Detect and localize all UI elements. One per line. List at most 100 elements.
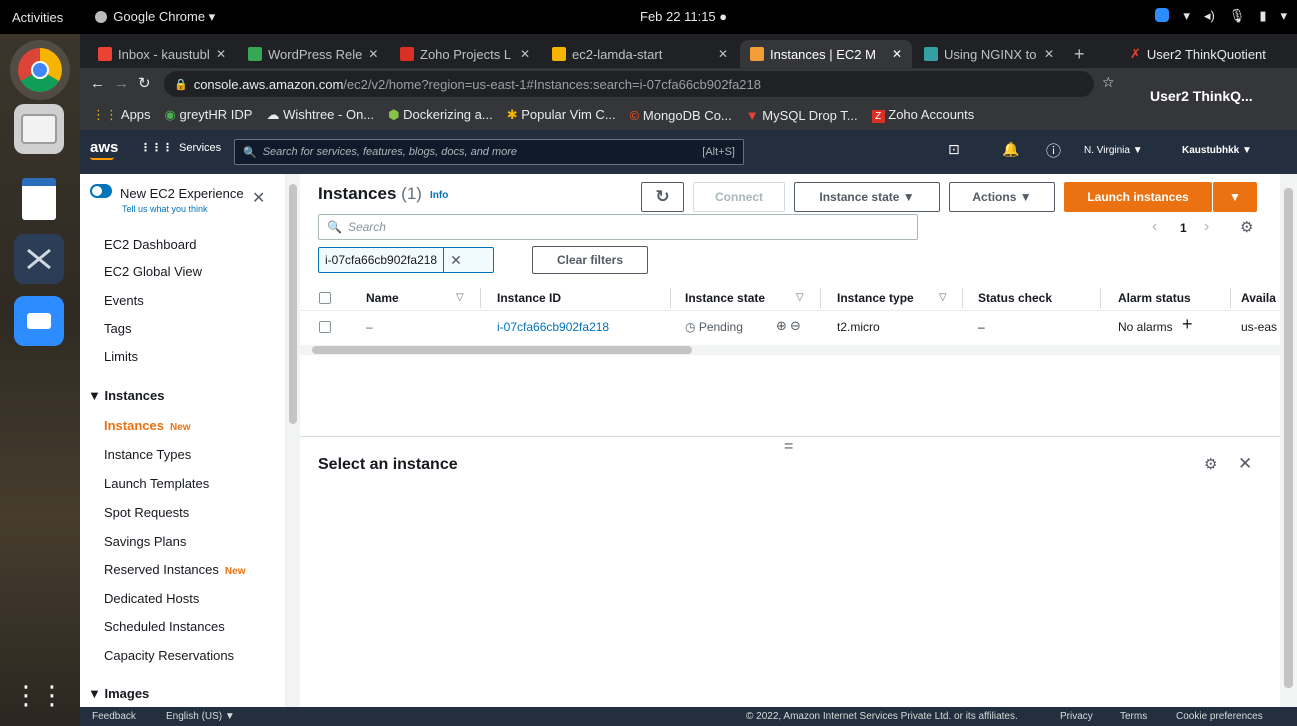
page-scrollbar[interactable] [1280,174,1297,707]
sidebar-item-launch-templates[interactable]: Launch Templates [104,476,209,491]
launch-dropdown-button[interactable]: ▼ [1213,182,1257,212]
files-dock-icon[interactable] [14,104,64,154]
sidebar-item-reserved-instances[interactable]: Reserved Instances New [104,562,245,577]
chrome-dock-icon[interactable] [10,40,70,100]
bookmark-wishtree[interactable]: ☁ Wishtree - On... [266,107,374,123]
vscode-dock-icon[interactable] [14,234,64,284]
account-menu[interactable]: Kaustubhkk ▼ [1182,145,1252,156]
tab-zoho[interactable]: Zoho Projects L ✕ [390,40,540,68]
tab-gmail[interactable]: Inbox - kaustubl ✕ [88,40,236,68]
profile-badge[interactable]: User2 ThinkQ... [1130,68,1297,130]
scrollbar-thumb[interactable] [1284,188,1293,688]
bookmark-vim[interactable]: ✱ Popular Vim C... [507,107,616,123]
show-apps-icon[interactable]: ⋮⋮ [13,670,65,720]
new-experience-toggle[interactable] [90,184,112,198]
zoom-in-icon[interactable]: ⊕ [776,318,787,334]
bookmark-zoho[interactable]: Z Zoho Accounts [871,107,974,123]
back-icon[interactable]: ← [90,75,105,92]
instance-id-link[interactable]: i-07cfa66cb902fa218 [497,320,609,334]
sidebar-item-events[interactable]: Events [104,293,144,308]
system-menu-icon[interactable]: ▾ [1280,8,1287,24]
row-checkbox[interactable] [319,321,331,333]
battery-icon[interactable]: ▮ [1259,8,1266,24]
preferences-gear-icon[interactable]: ⚙ [1204,455,1217,473]
close-icon[interactable]: ✕ [368,47,378,61]
pane-resize-handle[interactable]: = [784,438,793,456]
app-menu[interactable]: Google Chrome ▾ [77,9,215,25]
region-selector[interactable]: N. Virginia ▼ [1084,145,1143,156]
close-icon[interactable]: ✕ [1238,454,1252,474]
sidebar-item-scheduled-instances[interactable]: Scheduled Instances [104,619,225,634]
column-divider[interactable] [1230,288,1231,308]
column-header-instance-type[interactable]: Instance type [837,291,914,305]
language-selector[interactable]: English (US) ▼ [166,711,235,722]
launch-instances-button[interactable]: Launch instances [1064,182,1212,212]
scrollbar-thumb[interactable] [289,184,297,424]
refresh-button[interactable]: ↻ [641,182,684,212]
sidebar-section-instances[interactable]: ▼ Instances [88,388,164,403]
remove-filter-icon[interactable]: ✕ [444,252,468,269]
column-header-name[interactable]: Name [366,291,399,305]
sidebar-item-instance-types[interactable]: Instance Types [104,447,191,462]
actions-button[interactable]: Actions ▼ [949,182,1055,212]
tab-ec2-lambda[interactable]: ec2-lamda-start ✕ [542,40,738,68]
column-header-status-check[interactable]: Status check [978,291,1052,305]
clear-filters-button[interactable]: Clear filters [532,246,648,274]
feedback-link[interactable]: Feedback [92,711,136,722]
help-icon[interactable]: ⓘ [1046,140,1061,161]
settings-gear-icon[interactable]: ⚙ [1240,218,1253,236]
writer-dock-icon[interactable] [14,174,64,224]
column-divider[interactable] [820,288,821,308]
sidebar-item-ec2-global-view[interactable]: EC2 Global View [104,264,202,279]
next-page-icon[interactable]: › [1204,218,1209,236]
scrollbar-thumb[interactable] [312,346,692,354]
sidebar-item-dedicated-hosts[interactable]: Dedicated Hosts [104,591,199,606]
sidebar-item-ec2-dashboard[interactable]: EC2 Dashboard [104,237,197,252]
tab-nginx[interactable]: Using NGINX to ✕ [914,40,1064,68]
bookmark-mongodb[interactable]: © MongoDB Co... [630,108,732,123]
sidebar-item-spot-requests[interactable]: Spot Requests [104,505,189,520]
terms-link[interactable]: Terms [1120,711,1147,722]
column-header-alarm-status[interactable]: Alarm status [1118,291,1191,305]
close-icon[interactable]: ✕ [520,47,530,61]
column-divider[interactable] [480,288,481,308]
sort-icon[interactable]: ▽ [939,292,947,303]
instance-state-button[interactable]: Instance state ▼ [794,182,940,212]
sort-icon[interactable]: ▽ [796,292,804,303]
feedback-link[interactable]: Tell us what you think [122,204,208,214]
url-field[interactable]: 🔒 console.aws.amazon.com/ec2/v2/home?reg… [164,71,1094,97]
services-menu[interactable]: ⋮⋮⋮ Services [140,141,221,155]
zoom-tray-icon[interactable] [1155,8,1170,22]
bookmark-star-icon[interactable]: ☆ [1102,74,1115,91]
page-number[interactable]: 1 [1180,221,1187,235]
column-header-instance-state[interactable]: Instance state [685,291,765,305]
tab-instances[interactable]: Instances | EC2 M ✕ [740,40,912,68]
close-icon[interactable]: ✕ [216,47,226,61]
clock[interactable]: Feb 22 11:15 ● [640,9,727,24]
bell-icon[interactable]: 🔔 [1002,141,1019,158]
close-icon[interactable]: ✕ [892,47,902,61]
sidebar-item-instances[interactable]: Instances New [104,418,191,433]
wifi-icon[interactable]: ▾ [1183,8,1190,24]
privacy-link[interactable]: Privacy [1060,711,1093,722]
close-icon[interactable]: ✕ [1044,47,1054,61]
volume-icon[interactable]: ◂) [1204,8,1215,24]
search-input[interactable]: 🔍 Search [318,214,918,240]
bookmark-greythr[interactable]: ◉ greytHR IDP [165,107,253,123]
info-link[interactable]: Info [430,190,448,201]
column-header-availability-zone[interactable]: Availa [1241,291,1276,305]
connect-button[interactable]: Connect [693,182,785,212]
sidebar-section-images[interactable]: ▼ Images [88,686,149,701]
cookie-preferences-link[interactable]: Cookie preferences [1176,711,1263,722]
reload-icon[interactable]: ↻ [138,74,151,92]
forward-icon[interactable]: → [114,75,129,92]
bookmark-dockerizing[interactable]: ⬢ Dockerizing a... [388,107,493,123]
sidebar-item-limits[interactable]: Limits [104,349,138,364]
column-divider[interactable] [1100,288,1101,308]
select-all-checkbox[interactable] [319,292,331,304]
prev-page-icon[interactable]: ‹ [1152,218,1157,236]
cloudshell-icon[interactable]: ⊡ [948,141,960,158]
mic-icon[interactable]: 🎙 [1229,8,1246,24]
table-horizontal-scrollbar[interactable] [300,345,1280,355]
close-icon[interactable]: ✕ [718,47,728,61]
